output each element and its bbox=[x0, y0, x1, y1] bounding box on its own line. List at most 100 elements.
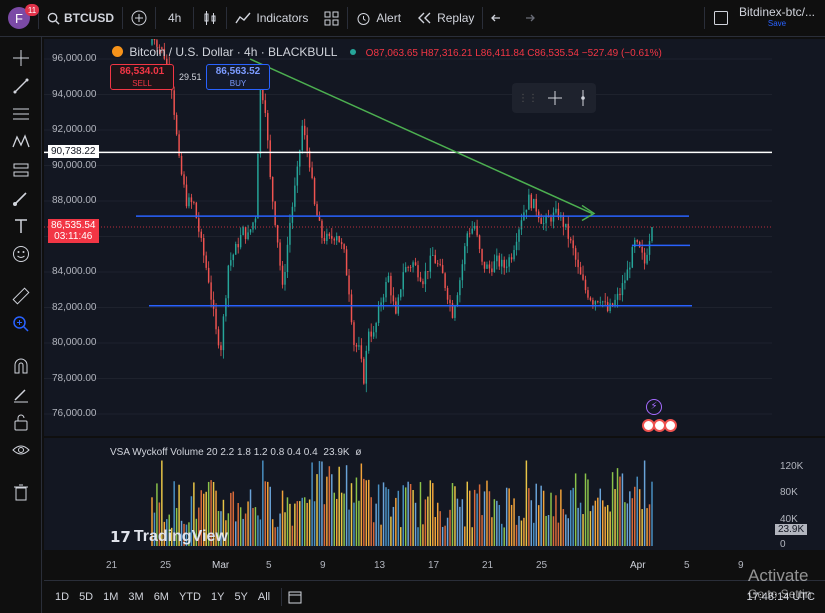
candle-body bbox=[343, 244, 345, 250]
crosshair-icon bbox=[13, 50, 29, 66]
volume-bar bbox=[510, 504, 513, 546]
symbol-label: BTCUSD bbox=[64, 11, 114, 25]
chart-legend: Bitcoin / U.S. Dollar · 4h · BLACKBULL O… bbox=[112, 45, 662, 59]
volume-bar bbox=[350, 483, 353, 546]
candle-body bbox=[281, 265, 284, 285]
candle-body bbox=[424, 271, 427, 285]
candle-body bbox=[422, 281, 424, 285]
candle-body bbox=[247, 232, 249, 240]
volume-bar bbox=[454, 486, 456, 546]
range-button-1m[interactable]: 1M bbox=[98, 591, 123, 603]
lock-tool[interactable] bbox=[6, 409, 36, 435]
forecast-tool[interactable] bbox=[6, 157, 36, 183]
volume-bar bbox=[232, 491, 235, 546]
candle-body bbox=[252, 222, 254, 230]
watermark-text: TradingView bbox=[133, 528, 228, 545]
eye-icon bbox=[12, 445, 30, 455]
drag-handle-icon[interactable]: ⋮⋮ bbox=[518, 93, 538, 104]
candle-body bbox=[370, 331, 372, 337]
volume-bar bbox=[380, 524, 382, 546]
candle-body bbox=[584, 279, 587, 291]
pattern-tool[interactable] bbox=[6, 129, 36, 155]
alert-label: Alert bbox=[376, 11, 402, 25]
emoji-tool[interactable] bbox=[6, 241, 36, 267]
chart-canvas[interactable] bbox=[44, 39, 772, 436]
range-button-6m[interactable]: 6M bbox=[149, 591, 174, 603]
range-button-5d[interactable]: 5D bbox=[74, 591, 98, 603]
brush-tool[interactable] bbox=[6, 185, 36, 211]
sell-button[interactable]: 86,534.01 SELL bbox=[110, 64, 174, 90]
candle-body bbox=[641, 246, 643, 253]
volume-bar bbox=[323, 504, 326, 546]
zoom-tool[interactable] bbox=[6, 311, 36, 337]
draw-mode-tool[interactable] bbox=[6, 381, 36, 407]
fib-tool[interactable] bbox=[6, 101, 36, 127]
chart-type-button[interactable] bbox=[194, 0, 226, 37]
candle-body bbox=[545, 216, 547, 224]
candle-body bbox=[473, 225, 476, 229]
volume-bar bbox=[429, 480, 432, 546]
indicators-button[interactable]: Indicators bbox=[227, 0, 316, 37]
layout-menu[interactable]: Bitdinex-btc/... Save bbox=[705, 0, 825, 37]
alert-button[interactable]: Alert bbox=[348, 0, 409, 37]
candle-body bbox=[409, 267, 412, 268]
volume-panel[interactable]: VSA Wyckoff Volume 20 2.2 1.8 1.2 0.8 0.… bbox=[44, 438, 772, 550]
candle-body bbox=[434, 255, 436, 264]
range-button-1y[interactable]: 1Y bbox=[206, 591, 229, 603]
volume-bar bbox=[560, 489, 562, 546]
volume-bar bbox=[569, 490, 572, 546]
candle-body bbox=[303, 125, 306, 136]
candle-body bbox=[486, 264, 488, 269]
candle-body bbox=[316, 204, 318, 217]
replay-button[interactable]: Replay bbox=[409, 0, 482, 37]
candle-body bbox=[284, 271, 286, 285]
interval-button[interactable]: 4h bbox=[156, 0, 193, 37]
candle-body bbox=[175, 114, 178, 135]
vertical-line-icon[interactable] bbox=[576, 89, 590, 107]
delete-tool[interactable] bbox=[6, 479, 36, 505]
compare-button[interactable] bbox=[123, 0, 155, 37]
candle-body bbox=[289, 222, 291, 245]
templates-button[interactable] bbox=[316, 0, 347, 37]
symbol-search[interactable]: BTCUSD bbox=[39, 0, 122, 37]
cross-line-icon[interactable] bbox=[546, 89, 564, 107]
volume-bar bbox=[486, 480, 488, 546]
volume-bar bbox=[321, 461, 323, 546]
magnet-tool[interactable] bbox=[6, 353, 36, 379]
crosshair-tool[interactable] bbox=[6, 45, 36, 71]
candle-body bbox=[648, 241, 651, 255]
lightning-icon[interactable]: ⚡ bbox=[646, 399, 662, 415]
trend-line-tool[interactable] bbox=[6, 73, 36, 99]
time-axis[interactable]: 21 25 Mar 5 9 13 17 21 25 Apr 5 9 bbox=[44, 556, 825, 578]
candle-body bbox=[308, 150, 311, 168]
volume-bar bbox=[252, 508, 254, 546]
price-axis[interactable] bbox=[772, 39, 825, 436]
range-button-all[interactable]: All bbox=[253, 591, 275, 603]
range-button-ytd[interactable]: YTD bbox=[174, 591, 206, 603]
volume-bar bbox=[279, 513, 281, 546]
candle-body bbox=[629, 267, 631, 270]
candle-body bbox=[513, 250, 515, 260]
us-flag-icon[interactable] bbox=[664, 419, 677, 432]
measure-tool[interactable] bbox=[6, 283, 36, 309]
candle-body bbox=[599, 301, 602, 303]
visibility-tool[interactable] bbox=[6, 437, 36, 463]
candle-body bbox=[301, 125, 303, 151]
candle-body bbox=[200, 231, 202, 238]
price-chart[interactable]: Bitcoin / U.S. Dollar · 4h · BLACKBULL O… bbox=[44, 39, 772, 436]
goto-date-icon[interactable] bbox=[288, 590, 302, 604]
text-tool[interactable] bbox=[6, 213, 36, 239]
undo-button[interactable] bbox=[483, 0, 513, 37]
redo-button[interactable] bbox=[513, 0, 543, 37]
range-button-1d[interactable]: 1D bbox=[50, 591, 74, 603]
volume-bar bbox=[540, 485, 542, 546]
volume-bar bbox=[446, 517, 449, 546]
range-button-5y[interactable]: 5Y bbox=[229, 591, 252, 603]
candle-body bbox=[377, 306, 380, 324]
volume-bar bbox=[604, 506, 606, 546]
candle-body bbox=[542, 223, 545, 225]
buy-button[interactable]: 86,563.52 BUY bbox=[206, 64, 270, 90]
volume-bar bbox=[318, 461, 321, 546]
events-icons[interactable]: ⚡ bbox=[642, 399, 677, 432]
range-button-3m[interactable]: 3M bbox=[123, 591, 148, 603]
